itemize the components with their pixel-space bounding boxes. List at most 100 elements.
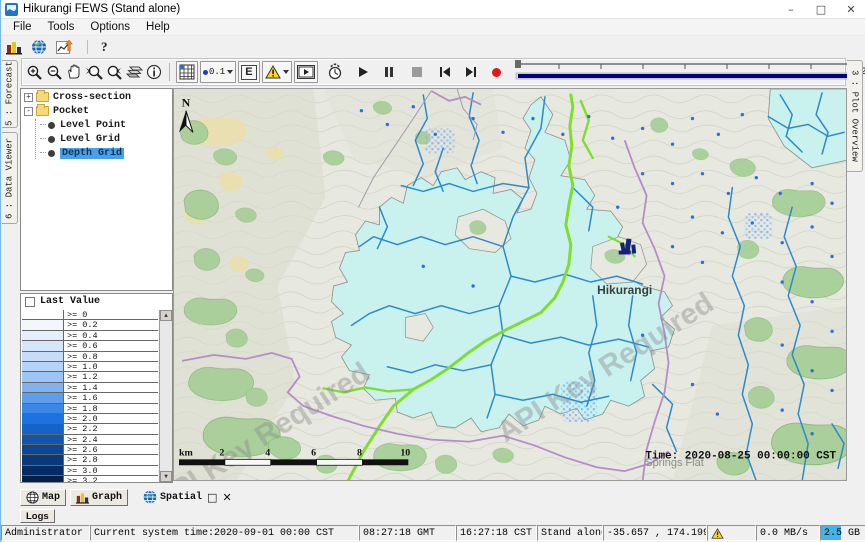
pause-button[interactable] — [379, 61, 399, 83]
chevron-down-icon — [283, 70, 289, 74]
play-button[interactable] — [353, 61, 373, 83]
collapse-minus-icon[interactable]: - — [24, 107, 33, 116]
tree-children: Level Point Level Grid Depth Grid — [35, 119, 172, 159]
animation-settings-button[interactable] — [325, 61, 345, 83]
legend-swatch — [22, 435, 64, 444]
main-toolbar: ? — [1, 36, 865, 57]
bottom-tab-bar: Map Graph Spatial □ ✕ — [20, 487, 847, 507]
contour-interval-dropdown[interactable]: 0.1 — [200, 61, 236, 83]
layers-button[interactable] — [124, 61, 144, 83]
tree-node-pocket[interactable]: - Pocket — [21, 105, 172, 117]
tab-plot-overview[interactable]: 3 : Plot Overview — [847, 60, 863, 172]
status-bar: Administrator Current system time:2020-0… — [1, 524, 865, 542]
tree-node-level-point[interactable]: Level Point — [40, 119, 172, 131]
zoom-previous-button[interactable] — [84, 61, 104, 83]
maximize-button[interactable]: □ — [806, 0, 836, 18]
legend-label: >= 1.4 — [64, 383, 158, 392]
legend-row: >= 2.8 — [22, 455, 158, 465]
tree-node-depth-grid[interactable]: Depth Grid — [40, 147, 172, 159]
tree-node-cross-section[interactable]: + Cross-section — [21, 91, 172, 103]
globe-map-icon[interactable] — [31, 39, 47, 55]
panel-maximize-icon[interactable]: □ — [207, 491, 217, 504]
legend-row: >= 1.4 — [22, 383, 158, 393]
legend-swatch — [22, 424, 64, 433]
legend-label: >= 2.0 — [64, 414, 158, 423]
legend-label: >= 3.0 — [64, 466, 158, 475]
tab-graph[interactable]: Graph — [70, 489, 128, 506]
profile-display-icon[interactable] — [56, 39, 74, 55]
filter-tree-panel: + Cross-section - Pocket Level Point Lev… — [20, 88, 173, 291]
animation-dialog-button[interactable] — [294, 61, 318, 83]
map-toolbar: 0.1 E 2020-08-25 0 — [21, 58, 846, 86]
step-first-button[interactable] — [435, 61, 455, 83]
zoom-in-button[interactable] — [24, 61, 44, 83]
tab-forecast[interactable]: 5 : Forecast — [2, 60, 18, 128]
legend-swatch — [22, 476, 64, 483]
logs-bar: Logs — [20, 508, 55, 524]
legend-label: >= 0.2 — [64, 320, 158, 329]
minimize-button[interactable]: – — [776, 0, 806, 18]
status-gmt-time: 08:27:18 GMT — [359, 525, 456, 541]
database-chart-icon[interactable] — [6, 39, 22, 55]
time-slider[interactable] — [513, 58, 855, 87]
menu-options[interactable]: Options — [82, 21, 138, 33]
legend-swatch — [22, 341, 64, 350]
legend-row: >= 0.4 — [22, 331, 158, 341]
tab-spatial-active[interactable]: Spatial □ ✕ — [138, 489, 237, 506]
toolbar-separator — [87, 40, 88, 54]
step-last-button[interactable] — [461, 61, 481, 83]
window-title: Hikurangi FEWS (Stand alone) — [23, 3, 180, 15]
help-button[interactable]: ? — [101, 39, 108, 55]
menu-help[interactable]: Help — [138, 21, 178, 33]
info-button[interactable] — [144, 61, 164, 83]
last-value-checkbox[interactable] — [25, 297, 35, 307]
svg-text:4: 4 — [265, 447, 270, 458]
map-time-label: Time: 2020-08-25 00:00:00 CST — [645, 450, 836, 462]
selected-node-label: Depth Grid — [60, 148, 124, 159]
legend-row: >= 2.6 — [22, 445, 158, 455]
zoom-out-button[interactable] — [44, 61, 64, 83]
thresholds-dropdown[interactable] — [262, 61, 292, 83]
spatial-map[interactable]: API Key Required API Key Required Hikura… — [173, 88, 847, 481]
legend-scrollbar[interactable]: ▲ ▼ — [159, 310, 172, 482]
time-slider-thumb[interactable] — [515, 60, 521, 68]
legend-label: >= 1.8 — [64, 404, 158, 413]
scroll-up-icon[interactable]: ▲ — [160, 310, 172, 321]
tab-data-viewer[interactable]: 6 : Data Viewer — [2, 132, 18, 224]
expand-plus-icon[interactable]: + — [24, 93, 33, 102]
legend-swatch — [22, 414, 64, 423]
pan-hand-button[interactable] — [64, 61, 84, 83]
tree-node-level-grid[interactable]: Level Grid — [40, 133, 172, 145]
legend-swatch — [22, 331, 64, 340]
panel-close-icon[interactable]: ✕ — [222, 491, 231, 504]
svg-text:10: 10 — [400, 447, 410, 458]
tab-map[interactable]: Map — [20, 489, 66, 506]
map-canvas[interactable]: API Key Required API Key Required Hikura… — [174, 89, 847, 481]
legend-swatch — [22, 352, 64, 361]
legend-label: >= 2.2 — [64, 424, 158, 433]
status-warning-cell[interactable] — [707, 525, 756, 541]
labels-toggle-button[interactable]: E — [238, 61, 259, 83]
zoom-next-button[interactable] — [104, 61, 124, 83]
folder-icon — [36, 92, 49, 102]
close-button[interactable]: ✕ — [836, 0, 865, 18]
legend-label: >= 2.6 — [64, 445, 158, 454]
menu-file[interactable]: File — [5, 21, 40, 33]
grid-display-button[interactable] — [176, 61, 198, 83]
legend-label: >= 1.6 — [64, 393, 158, 402]
legend-header: Last Value — [21, 294, 172, 309]
scroll-down-icon[interactable]: ▼ — [160, 471, 172, 482]
folder-icon — [36, 106, 49, 116]
stop-button[interactable] — [407, 61, 427, 83]
logs-button[interactable]: Logs — [20, 509, 55, 523]
globe-icon — [26, 491, 39, 504]
legend-row: >= 1.2 — [22, 372, 158, 382]
legend-label: >= 0.6 — [64, 341, 158, 350]
legend-label: >= 1.0 — [64, 362, 158, 371]
record-button[interactable] — [487, 61, 507, 83]
menu-tools[interactable]: Tools — [40, 21, 83, 33]
application-window: { "window": { "title": "Hikurangi FEWS (… — [0, 0, 865, 542]
svg-text:6: 6 — [311, 447, 316, 458]
legend-label: >= 2.8 — [64, 455, 158, 464]
legend-row: >= 0.8 — [22, 352, 158, 362]
